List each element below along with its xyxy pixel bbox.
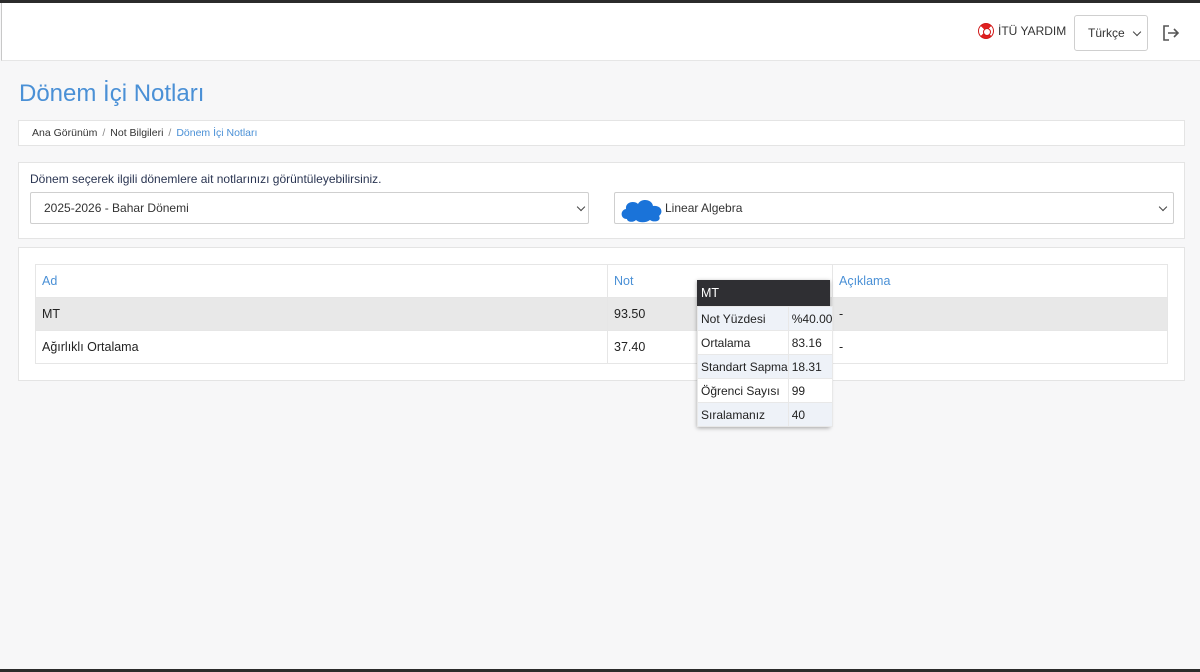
grade-details-tooltip: MT Not Yüzdesi %40.00 Ortalama 83.16 Sta… bbox=[697, 280, 834, 427]
chevron-down-icon bbox=[1132, 27, 1142, 37]
tooltip-row: Sıralamanız 40 bbox=[697, 402, 834, 427]
filter-hint: Dönem seçerek ilgili dönemlere ait notla… bbox=[30, 172, 382, 186]
tooltip-row: Ortalama 83.16 bbox=[697, 330, 834, 355]
row-name: Ağırlıklı Ortalama bbox=[35, 330, 608, 364]
term-select-value: 2025-2026 - Bahar Dönemi bbox=[44, 201, 189, 215]
help-link[interactable]: İTÜ YARDIM bbox=[978, 23, 1066, 39]
tooltip-value: 18.31 bbox=[787, 354, 834, 379]
table-row[interactable]: MT 93.50 - bbox=[35, 297, 1168, 331]
tooltip-title: MT bbox=[697, 280, 830, 306]
page-title: Dönem İçi Notları bbox=[19, 80, 205, 107]
language-select[interactable]: Türkçe bbox=[1074, 15, 1148, 51]
top-header: İTÜ YARDIM Türkçe bbox=[1, 3, 1200, 61]
lifebuoy-icon bbox=[978, 23, 994, 39]
chevron-down-icon bbox=[576, 202, 586, 212]
row-note: - bbox=[832, 297, 1168, 331]
breadcrumb-separator: / bbox=[168, 127, 172, 139]
course-select[interactable]: Linear Algebra bbox=[614, 192, 1174, 224]
tooltip-label: Not Yüzdesi bbox=[697, 306, 789, 331]
term-select[interactable]: 2025-2026 - Bahar Dönemi bbox=[30, 192, 589, 224]
language-value: Türkçe bbox=[1088, 26, 1125, 40]
censor-blob bbox=[621, 200, 662, 223]
tooltip-label: Ortalama bbox=[697, 330, 789, 355]
filter-card: Dönem seçerek ilgili dönemlere ait notla… bbox=[18, 162, 1185, 239]
breadcrumb-item-grade-info[interactable]: Not Bilgileri bbox=[110, 127, 163, 139]
grades-header-row: Ad Not Açıklama bbox=[35, 264, 1168, 298]
tooltip-label: Standart Sapma bbox=[697, 354, 789, 379]
row-note: - bbox=[832, 330, 1168, 364]
grades-table: Ad Not Açıklama MT 93.50 - Ağırlıklı Ort… bbox=[35, 264, 1168, 364]
logout-icon[interactable] bbox=[1162, 25, 1180, 41]
tooltip-stats-table: Not Yüzdesi %40.00 Ortalama 83.16 Standa… bbox=[697, 306, 834, 427]
help-label: İTÜ YARDIM bbox=[998, 24, 1067, 38]
tooltip-value: 99 bbox=[787, 378, 834, 403]
course-select-value: Linear Algebra bbox=[665, 201, 743, 215]
breadcrumb-item-home[interactable]: Ana Görünüm bbox=[32, 127, 97, 139]
tooltip-label: Sıralamanız bbox=[697, 402, 789, 427]
breadcrumb-separator: / bbox=[102, 127, 106, 139]
grades-card: Ad Not Açıklama MT 93.50 - Ağırlıklı Ort… bbox=[18, 247, 1185, 381]
tooltip-row: Standart Sapma 18.31 bbox=[697, 354, 834, 379]
breadcrumb-item-current: Dönem İçi Notları bbox=[176, 127, 258, 139]
tooltip-row: Öğrenci Sayısı 99 bbox=[697, 378, 834, 403]
tooltip-row: Not Yüzdesi %40.00 bbox=[697, 306, 834, 331]
column-header-note: Açıklama bbox=[832, 264, 1168, 298]
column-header-name: Ad bbox=[35, 264, 608, 298]
tooltip-value: 83.16 bbox=[787, 330, 834, 355]
tooltip-value: %40.00 bbox=[787, 306, 834, 331]
tooltip-value: 40 bbox=[787, 402, 834, 427]
tooltip-label: Öğrenci Sayısı bbox=[697, 378, 789, 403]
row-name: MT bbox=[35, 297, 608, 331]
chevron-down-icon bbox=[1158, 202, 1168, 212]
breadcrumb: Ana Görünüm / Not Bilgileri / Dönem İçi … bbox=[18, 120, 1185, 146]
table-row[interactable]: Ağırlıklı Ortalama 37.40 - bbox=[35, 330, 1168, 364]
